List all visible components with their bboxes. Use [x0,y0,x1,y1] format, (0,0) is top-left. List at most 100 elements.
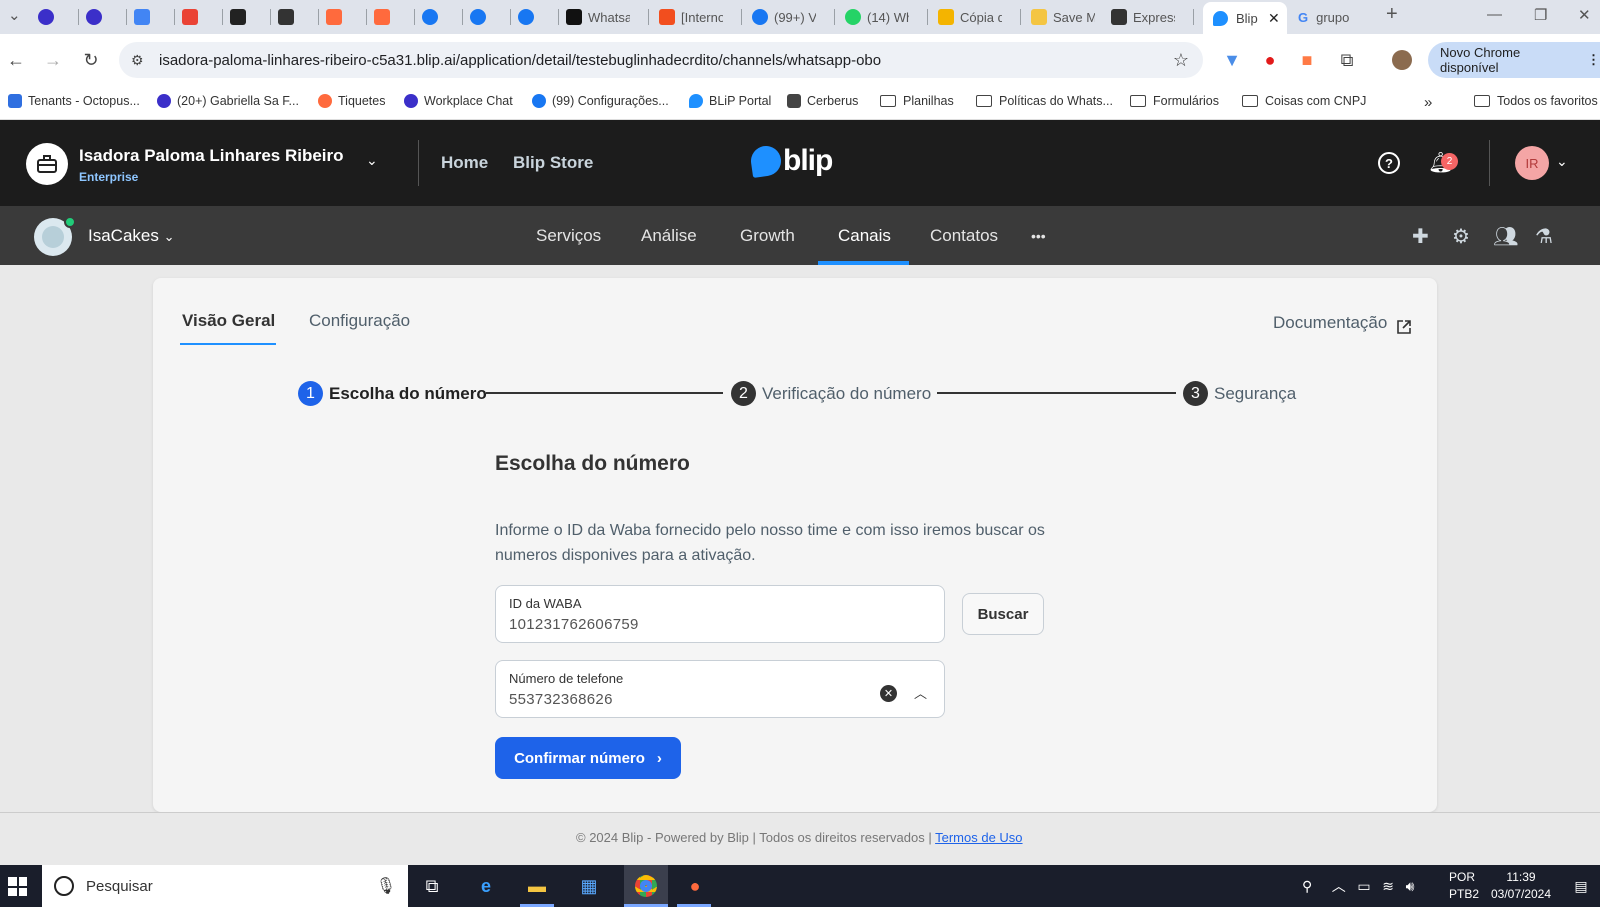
gear-icon[interactable]: ⚙ [1452,224,1470,249]
flask-icon[interactable]: ⚗ [1535,224,1553,249]
profile-avatar-icon[interactable] [1392,50,1412,70]
bookmark-tenants-octopus[interactable]: Tenants - Octopus... [8,94,140,108]
store-icon[interactable]: ▦ [574,872,604,900]
tab-active-blip[interactable]: Blip ✕ [1203,2,1287,34]
kebab-menu-icon[interactable]: ⋮ [1587,52,1600,68]
browser-tab[interactable]: [Interno [659,4,723,30]
nav-growth[interactable]: Growth [740,226,795,246]
puzzle-icon[interactable]: ✚ [1412,224,1429,249]
blip-logo[interactable]: blip [749,144,833,178]
file-explorer-icon[interactable]: ▬ [522,872,552,900]
chrome-update-button[interactable]: Novo Chrome disponível ⋮ [1428,42,1600,78]
bookmark-cnpj[interactable]: Coisas com CNPJ [1242,94,1366,108]
tab-grupo[interactable]: G grupo [1298,4,1368,30]
extension-vpn-icon[interactable]: ▼ [1222,50,1242,70]
windows-start-icon[interactable] [8,877,27,896]
more-bookmarks-icon[interactable]: » [1424,94,1432,111]
bookmark-workplace-chat[interactable]: Workplace Chat [404,94,513,108]
bookmark-blip-portal[interactable]: BLiP Portal [689,94,771,108]
minimize-icon[interactable]: — [1487,6,1502,23]
tab-search-chevron-icon[interactable]: ⌄ [8,6,21,24]
chrome-icon[interactable] [624,865,668,907]
nav-blip-store[interactable]: Blip Store [513,153,593,173]
nav-analise[interactable]: Análise [641,226,697,246]
restore-icon[interactable]: ❐ [1534,6,1547,24]
bookmark-configuracoes[interactable]: (99) Configurações... [532,94,669,108]
bookmark-tiquetes[interactable]: Tiquetes [318,94,385,108]
system-tray[interactable]: ⚲ ︿ ▭ ≋ 🔊︎ [1302,876,1415,896]
chevron-up-icon[interactable]: ︿ [914,683,927,702]
browser-tab[interactable] [230,4,252,30]
postman-icon[interactable]: ● [680,872,710,900]
help-icon[interactable]: ? [1378,152,1400,174]
browser-tab[interactable] [422,4,444,30]
nav-servicos[interactable]: Serviços [536,226,601,246]
chevron-down-icon[interactable]: ⌄ [366,152,378,169]
site-info-icon[interactable]: ⚙ [131,52,144,69]
back-icon[interactable]: ← [6,50,26,70]
browser-tab[interactable] [278,4,300,30]
bookmark-politicas[interactable]: Políticas do Whats... [976,94,1113,108]
browser-tab[interactable]: (14) Wh [845,4,909,30]
reload-icon[interactable]: ↻ [81,50,101,70]
nav-home[interactable]: Home [441,153,488,173]
language-indicator[interactable]: POR PTB2 [1449,869,1479,903]
browser-tab[interactable]: (99+) V [752,4,816,30]
extension-hubspot-icon[interactable]: ■ [1297,50,1317,70]
browser-tab[interactable] [374,4,396,30]
browser-tab[interactable]: Cópia d [938,4,1002,30]
browser-tab[interactable] [182,4,204,30]
briefcase-icon[interactable] [26,143,68,185]
taskbar-search[interactable]: Pesquisar 🎙︎ [42,865,408,907]
confirm-number-button[interactable]: Confirmar número › [495,737,681,779]
nav-canais[interactable]: Canais [838,226,891,246]
bookmark-label: Formulários [1153,94,1219,108]
search-button[interactable]: Buscar [962,593,1044,635]
close-tab-icon[interactable]: ✕ [1268,10,1280,27]
edge-icon[interactable]: e [471,872,501,900]
bookmark-gabriella[interactable]: (20+) Gabriella Sa F... [157,94,299,108]
bookmark-formularios[interactable]: Formulários [1130,94,1219,108]
browser-tab[interactable] [86,4,108,30]
org-name[interactable]: Isadora Paloma Linhares Ribeiro [79,146,344,166]
browser-tab[interactable] [470,4,492,30]
clear-icon[interactable]: ✕ [880,685,897,702]
bookmark-all-favorites[interactable]: Todos os favoritos [1474,94,1598,108]
bookmark-star-icon[interactable]: ☆ [1173,50,1189,71]
address-bar[interactable]: ⚙ isadora-paloma-linhares-ribeiro-c5a31.… [119,42,1203,78]
folder-icon [976,95,992,107]
clock[interactable]: 11:39 03/07/2024 [1490,869,1552,903]
team-icon[interactable]: 👥︎ [1493,224,1518,249]
windows-taskbar: Pesquisar 🎙︎ ⧉ e ▬ ▦ ● ⚲ ︿ ▭ ≋ 🔊︎ POR PT… [0,865,1600,907]
forward-icon[interactable]: → [43,50,63,70]
browser-tab[interactable] [38,4,60,30]
browser-tab[interactable] [134,4,156,30]
more-menu-icon[interactable]: ••• [1031,228,1046,244]
step-number: 1 [298,381,323,406]
waba-id-field[interactable]: ID da WABA 101231762606759 [495,585,945,643]
browser-tab[interactable] [518,4,540,30]
tab-configuration[interactable]: Configuração [309,311,410,331]
task-view-icon[interactable]: ⧉ [417,872,447,900]
microphone-icon[interactable]: 🎙︎ [376,876,396,896]
browser-tab[interactable]: Save M [1031,4,1095,30]
user-avatar[interactable]: IR [1515,146,1549,180]
browser-tab[interactable]: Whatsa [566,4,630,30]
notification-center-icon[interactable]: ▤ [1566,872,1596,900]
extension-opera-icon[interactable]: ● [1260,50,1280,70]
phone-number-select[interactable]: Número de telefone 553732368626 ✕ ︿ [495,660,945,718]
bot-selector[interactable]: IsaCakes ⌄ [88,226,175,246]
terms-link[interactable]: Termos de Uso [935,830,1022,845]
extensions-puzzle-icon[interactable]: ⧉ [1337,50,1357,70]
bookmark-cerberus[interactable]: Cerberus [787,94,858,108]
documentation-link[interactable]: Documentação [1273,311,1412,335]
browser-tab[interactable]: Express [1111,4,1175,30]
browser-tab[interactable] [326,4,348,30]
chevron-down-icon[interactable]: ⌄ [1556,153,1568,170]
bookmark-planilhas[interactable]: Planilhas [880,94,954,108]
tab-overview[interactable]: Visão Geral [182,311,275,331]
new-tab-icon[interactable]: + [1386,3,1398,26]
nav-contatos[interactable]: Contatos [930,226,998,246]
close-window-icon[interactable]: ✕ [1578,6,1591,24]
active-tab-indicator [180,343,276,345]
